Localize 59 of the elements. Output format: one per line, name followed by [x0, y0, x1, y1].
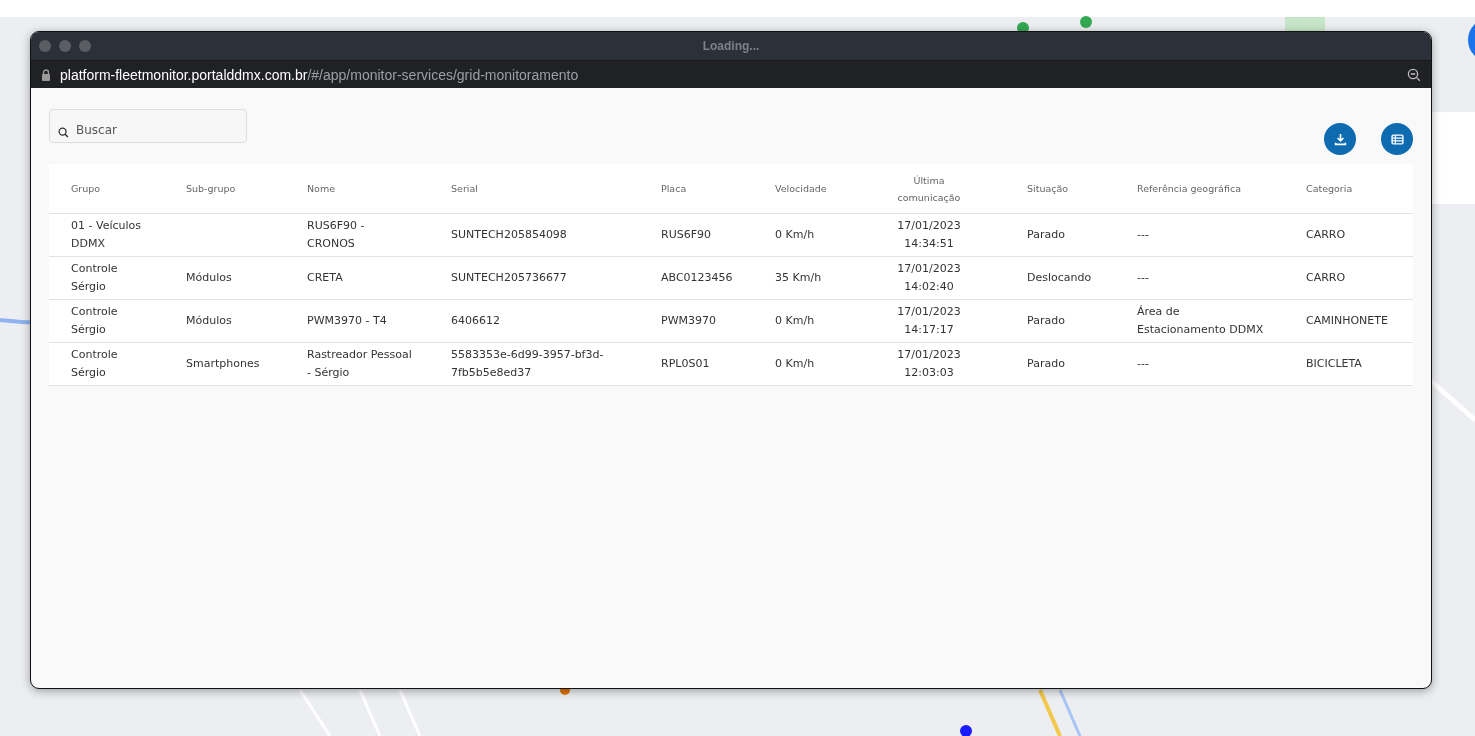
table-cell-text: 0 Km/h: [775, 227, 816, 243]
table-cell-text: RUS6F90: [661, 227, 712, 243]
table-cell-text: Controle Sérgio: [71, 304, 119, 338]
table-cell-text: CAMINHONETE: [1306, 313, 1389, 329]
table-cell-text: 5583353e-6d99-3957-bf3d-7fb5b5e8ed37: [451, 347, 605, 381]
table-cell-text: Smartphones: [186, 356, 261, 372]
column-header[interactable]: Placa: [661, 180, 767, 197]
table-cell-text: 17/01/2023 14:34:51: [896, 218, 962, 252]
url-text[interactable]: platform-fleetmonitor.portalddmx.com.br/#/app/monitor-services/grid-monitoramento: [60, 66, 1398, 83]
table-cell-text: 17/01/2023 14:17:17: [896, 304, 962, 338]
table-cell-text: Controle Sérgio: [71, 261, 119, 295]
table-cell-text: Deslocando: [1027, 270, 1093, 286]
table-cell-text: ---: [1137, 227, 1150, 243]
table-cell-text: ---: [1137, 356, 1150, 372]
search-icon: [58, 127, 69, 138]
table-cell-text: 01 - Veículos DDMX: [71, 218, 142, 252]
table-cell-text: Parado: [1027, 356, 1066, 372]
table-cell-text: Rastreador Pessoal - Sérgio: [307, 347, 412, 381]
column-header[interactable]: Referência geográfica: [1137, 180, 1267, 197]
table-cell-text: PWM3970 - T4: [307, 313, 388, 329]
table-cell-text: Módulos: [186, 270, 233, 286]
column-header[interactable]: Sub-grupo: [186, 180, 299, 197]
table-cell-text: PWM3970: [661, 313, 717, 329]
table-view-button[interactable]: [1381, 123, 1413, 155]
table-cell-text: SUNTECH205854098: [451, 227, 568, 243]
column-header[interactable]: Velocidade: [775, 180, 880, 197]
table-cell-text: CARRO: [1306, 270, 1347, 286]
download-button[interactable]: [1324, 123, 1356, 155]
table-cell-text: CARRO: [1306, 227, 1347, 243]
search-field[interactable]: Buscar: [49, 109, 247, 143]
column-header[interactable]: Grupo: [71, 180, 151, 197]
table-icon: [1390, 132, 1404, 146]
table-cell-text: Controle Sérgio: [71, 347, 119, 381]
table-cell-text: 6406612: [451, 313, 501, 329]
column-header[interactable]: Nome: [307, 180, 412, 197]
table-cell-text: Módulos: [186, 313, 233, 329]
table-cell-text: CRETA: [307, 270, 344, 286]
column-header[interactable]: Serial: [451, 180, 626, 197]
table-cell-text: ---: [1137, 270, 1150, 286]
window-title: Loading...: [702, 39, 760, 53]
zoom-out-icon[interactable]: [1407, 67, 1421, 82]
download-icon: [1333, 132, 1347, 146]
table-cell-text: BICICLETA: [1306, 356, 1363, 372]
table-cell-text: Área de Estacionamento DDMX: [1137, 304, 1265, 338]
table-cell-text: 0 Km/h: [775, 313, 816, 329]
table-cell-text: Parado: [1027, 313, 1066, 329]
table-cell-text: ABC0123456: [661, 270, 734, 286]
table-cell-text: Parado: [1027, 227, 1066, 243]
lock-icon: [41, 68, 51, 81]
table-cell-text: SUNTECH205736677: [451, 270, 568, 286]
table-cell-text: RUS6F90 - CRONOS: [307, 218, 366, 252]
table-cell-text: RPL0S01: [661, 356, 711, 372]
table-cell-text: 17/01/2023 14:02:40: [896, 261, 962, 295]
table-cell-text: 35 Km/h: [775, 270, 823, 286]
column-header[interactable]: Última comunicação: [888, 171, 970, 206]
table-cell-text: 0 Km/h: [775, 356, 816, 372]
column-header[interactable]: Categoria: [1306, 180, 1405, 197]
table-cell-text: 17/01/2023 12:03:03: [896, 347, 962, 381]
column-header[interactable]: Situação: [1027, 180, 1129, 197]
